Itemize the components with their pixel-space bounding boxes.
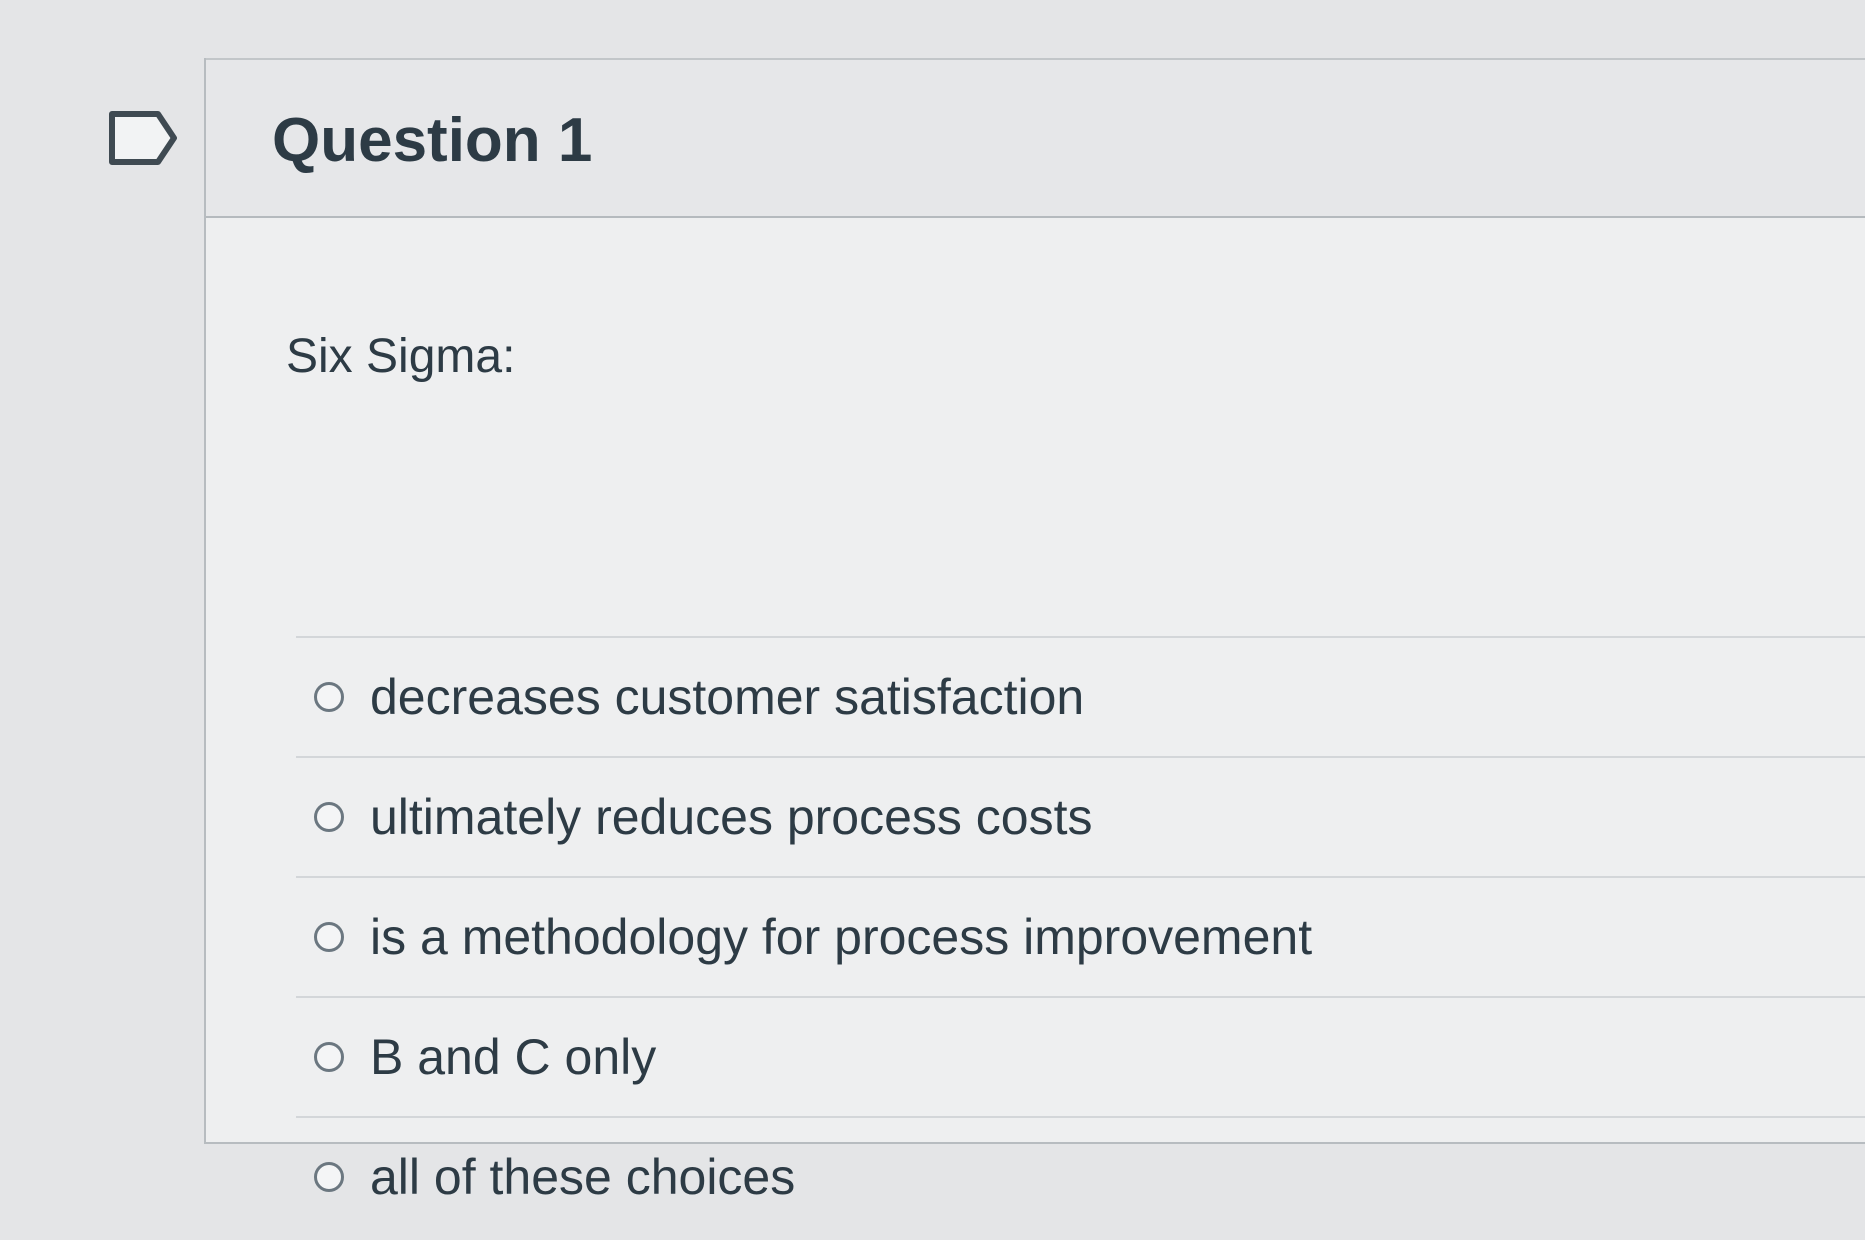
question-title: Question 1 [272, 106, 593, 175]
answer-label: ultimately reduces process costs [370, 789, 1093, 845]
answer-option-b[interactable]: ultimately reduces process costs [296, 756, 1865, 876]
radio-button[interactable] [314, 1162, 344, 1192]
answer-option-e[interactable]: all of these choices [296, 1116, 1865, 1236]
radio-button[interactable] [314, 1042, 344, 1072]
flag-question-icon[interactable] [108, 110, 180, 166]
radio-button[interactable] [314, 922, 344, 952]
answer-label: is a methodology for process improvement [370, 909, 1313, 965]
answer-option-a[interactable]: decreases customer satisfaction [296, 636, 1865, 756]
answer-label: all of these choices [370, 1149, 796, 1205]
answer-option-c[interactable]: is a methodology for process improvement [296, 876, 1865, 996]
answer-label: B and C only [370, 1029, 657, 1085]
answer-option-d[interactable]: B and C only [296, 996, 1865, 1116]
answer-label: decreases customer satisfaction [370, 669, 1085, 725]
question-text: Six Sigma: [286, 330, 516, 383]
radio-button[interactable] [314, 802, 344, 832]
question-card: Question 1 Six Sigma: decreases customer… [204, 58, 1865, 1205]
radio-button[interactable] [314, 682, 344, 712]
question-header: Question 1 [206, 58, 1865, 218]
